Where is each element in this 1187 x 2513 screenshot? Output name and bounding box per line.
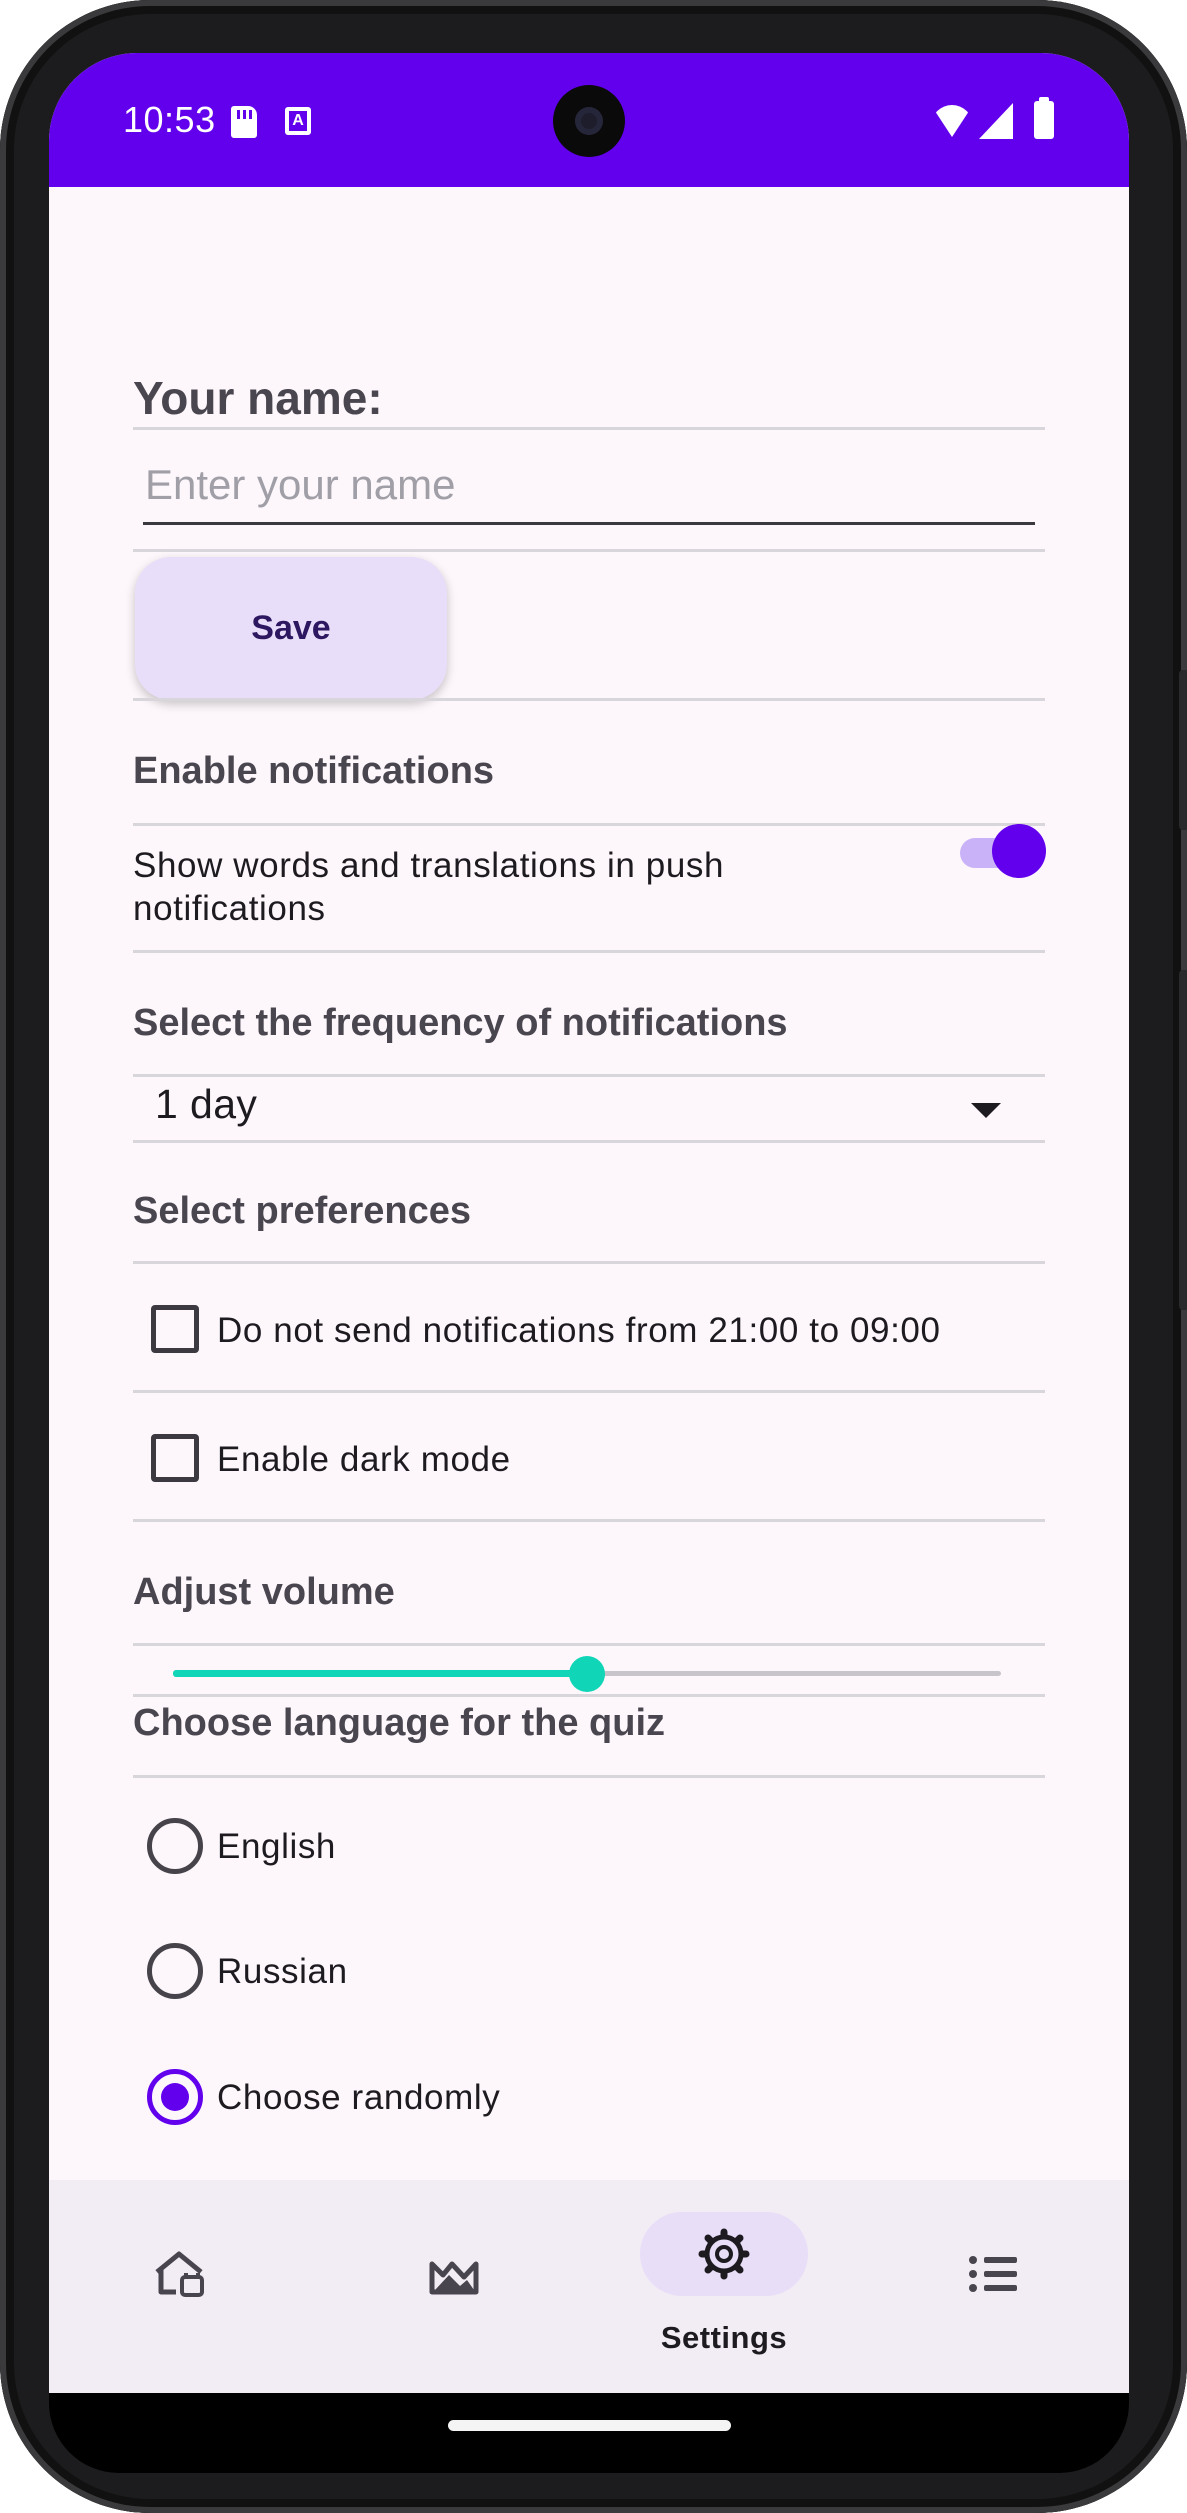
push-notifications-label: Show words and translations in push noti… <box>133 846 725 928</box>
status-time: 10:53 <box>123 99 216 140</box>
divider <box>133 427 1045 430</box>
list-icon <box>969 2256 1017 2292</box>
bottom-bezel <box>49 2393 1129 2473</box>
divider <box>133 1390 1045 1393</box>
notifications-title: Enable notifications <box>133 750 495 792</box>
device-frame: 10:53 A Your name: Save Enable notificat… <box>0 0 1187 2513</box>
frequency-dropdown[interactable]: 1 day <box>133 1075 1045 1139</box>
radio-choose-randomly[interactable] <box>147 2069 203 2125</box>
divider <box>133 1261 1045 1264</box>
quiet-hours-label: Do not send notifications from 21:00 to … <box>217 1311 941 1350</box>
divider <box>133 1519 1045 1522</box>
divider <box>133 549 1045 552</box>
radio-russian-label: Russian <box>217 1952 348 1991</box>
signal-icon <box>979 103 1013 139</box>
divider <box>133 1643 1045 1646</box>
dark-mode-checkbox[interactable] <box>151 1434 199 1482</box>
nav-list[interactable] <box>859 2180 1129 2393</box>
notification-a-icon: A <box>285 107 311 135</box>
bottom-navigation: Settings <box>49 2180 1129 2393</box>
preferences-title: Select preferences <box>133 1190 471 1232</box>
quiz-language-title: Choose language for the quiz <box>133 1702 666 1744</box>
dark-mode-label: Enable dark mode <box>217 1440 511 1479</box>
name-input[interactable] <box>143 457 1035 525</box>
radio-english-label: English <box>217 1827 336 1866</box>
switch-thumb <box>992 824 1046 878</box>
frequency-selected-value: 1 day <box>155 1081 258 1127</box>
slider-thumb[interactable] <box>569 1656 605 1692</box>
divider <box>133 1140 1045 1143</box>
divider <box>133 950 1045 953</box>
home-icon <box>155 2251 204 2297</box>
radio-english[interactable] <box>147 1818 203 1874</box>
save-button[interactable]: Save <box>135 557 447 700</box>
camera-cutout <box>553 85 625 157</box>
push-notifications-switch[interactable] <box>954 822 1046 882</box>
slider-fill <box>173 1670 587 1677</box>
nav-landscape[interactable] <box>319 2180 589 2393</box>
dropdown-arrow-icon <box>971 1103 1001 1118</box>
nav-settings-label: Settings <box>660 2320 788 2355</box>
app-screen: 10:53 A Your name: Save Enable notificat… <box>49 53 1129 2393</box>
battery-icon <box>1034 97 1054 139</box>
radio-russian[interactable] <box>147 1943 203 1999</box>
divider <box>133 1694 1045 1697</box>
frequency-title: Select the frequency of notifications <box>133 1002 788 1044</box>
power-button <box>1179 970 1187 1310</box>
divider <box>133 823 1045 826</box>
divider <box>133 1775 1045 1778</box>
volume-title: Adjust volume <box>133 1571 395 1613</box>
settings-icon <box>698 2228 750 2280</box>
radio-choose-randomly-label: Choose randomly <box>217 2078 501 2117</box>
volume-button <box>1179 670 1187 830</box>
divider <box>133 698 1045 701</box>
sd-card-icon <box>231 106 257 138</box>
nav-settings[interactable]: Settings <box>589 2180 859 2393</box>
volume-slider[interactable] <box>173 1654 1001 1694</box>
name-label: Your name: <box>133 372 383 424</box>
home-gesture-bar[interactable] <box>448 2420 731 2431</box>
landscape-icon <box>429 2261 479 2295</box>
wifi-icon <box>931 105 973 137</box>
nav-home[interactable] <box>49 2180 319 2393</box>
quiet-hours-checkbox[interactable] <box>151 1305 199 1353</box>
status-bar: 10:53 A <box>49 53 1129 187</box>
